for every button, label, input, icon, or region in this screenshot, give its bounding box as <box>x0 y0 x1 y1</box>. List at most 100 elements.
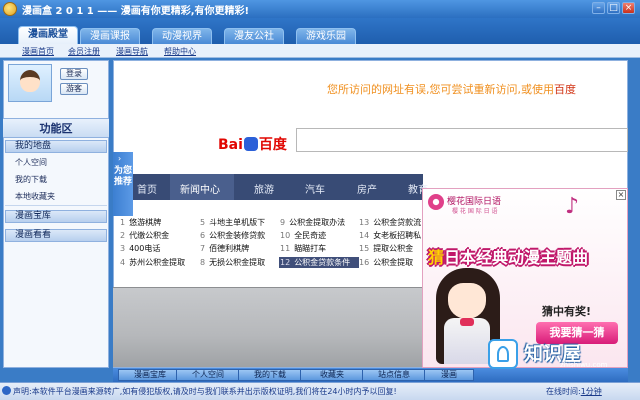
link-text[interactable]: 女老板招聘私 <box>373 231 421 240</box>
link-text[interactable]: 全民奇迹 <box>294 231 326 240</box>
baidu-logo-chinese: 百度 <box>258 137 287 153</box>
anime-girl-face <box>448 283 486 319</box>
baidu-logo-text: Bai <box>218 137 243 153</box>
link-number: 6 <box>200 231 206 240</box>
anime-girl-bow <box>460 318 474 326</box>
sidebar-item-my-downloads[interactable]: 我的下载 <box>15 174 47 185</box>
subnav-help-center[interactable]: 帮助中心 <box>164 46 196 57</box>
link-item: 13公积金贷款流程 <box>359 217 421 228</box>
tab-fan-club[interactable]: 漫友公社 <box>224 28 284 44</box>
link-item: 5 斗地主单机版下 <box>200 217 265 228</box>
link-text[interactable]: 公积金贷款流程 <box>373 218 421 227</box>
maximize-button[interactable]: □ <box>607 2 620 14</box>
app-logo-icon <box>3 2 17 16</box>
banner-image <box>113 287 422 367</box>
error-message-text: 您所访问的网址有误,您可尝试重新访问,或使用 <box>327 83 554 96</box>
ad-brand-sub: 樱 花 国 际 日 语 <box>452 208 498 215</box>
link-item: 7 佰德利棋牌 <box>200 243 249 254</box>
chevron-right-icon: › <box>118 154 122 163</box>
sidebar-divider <box>5 205 107 206</box>
bottom-button-my-downloads[interactable]: 我的下载 <box>238 369 302 381</box>
function-area-title: 功能区 <box>3 118 109 138</box>
bottom-button-manga[interactable]: 漫画 <box>424 369 474 381</box>
sidebar-group-manga-library[interactable]: 漫画宝库 <box>5 210 107 223</box>
news-tab-cars[interactable]: 汽车 <box>305 181 325 196</box>
link-text[interactable]: 公积金提取 <box>373 258 413 267</box>
music-note-icon: ♪ <box>565 194 580 219</box>
link-number: 13 <box>359 218 370 227</box>
ad-headline-text: 日本经典动漫主题曲 <box>444 248 589 267</box>
close-button[interactable]: × <box>622 2 635 14</box>
link-item: 3 400电话 <box>120 243 160 254</box>
baidu-search-input[interactable] <box>296 128 628 152</box>
link-item: 4 苏州公积金提取 <box>120 257 185 268</box>
ad-headline-guess: 猜 <box>428 248 445 267</box>
bottom-button-personal-space[interactable]: 个人空间 <box>176 369 240 381</box>
link-number: 2 <box>120 231 126 240</box>
ad-prize-text: 猜中有奖! <box>542 305 592 318</box>
link-number: 8 <box>200 258 206 267</box>
link-text[interactable]: 瞄瞄打车 <box>294 244 326 253</box>
link-text[interactable]: 斗地主单机版下 <box>209 218 265 227</box>
link-text[interactable]: 代缴公积金 <box>129 231 169 240</box>
bottom-button-manga-library[interactable]: 漫画宝库 <box>118 369 182 381</box>
link-text[interactable]: 公积金贷款条件 <box>294 258 350 267</box>
link-item: 14 女老板招聘私 <box>359 230 421 241</box>
watermark-bulb-icon <box>497 346 509 362</box>
link-number: 10 <box>280 231 291 240</box>
status-notice: 声明:本软件平台漫画来源转广,如有侵犯版权,请及时与我们联系并出示版权证明,我们… <box>13 387 397 396</box>
sidebar-item-local-favorites[interactable]: 本地收藏夹 <box>15 191 55 202</box>
news-tab-travel[interactable]: 旅游 <box>254 181 274 196</box>
sidebar-group-my-zone[interactable]: 我的地盘 <box>5 140 107 153</box>
sakura-logo-icon <box>428 194 444 210</box>
link-text[interactable]: 公积金提取办法 <box>289 218 345 227</box>
link-number: 3 <box>120 244 126 253</box>
link-item: 8 无损公积金提取 <box>200 257 265 268</box>
bottom-button-favorites[interactable]: 收藏夹 <box>300 369 364 381</box>
minimize-button[interactable]: – <box>592 2 605 14</box>
news-tab-property[interactable]: 房产 <box>357 181 377 196</box>
link-item-highlighted: 12 公积金贷款条件 <box>280 257 350 268</box>
sidebar-item-personal-space[interactable]: 个人空间 <box>15 157 47 168</box>
tab-anime-vision[interactable]: 动漫视界 <box>152 28 212 44</box>
tab-manga-class[interactable]: 漫画课报 <box>80 28 140 44</box>
link-number: 14 <box>359 231 370 240</box>
news-tab-news-center[interactable]: 新闻中心 <box>180 181 220 196</box>
link-text[interactable]: 佰德利棋牌 <box>209 244 249 253</box>
subnav-register[interactable]: 会员注册 <box>68 46 100 57</box>
link-text[interactable]: 悠游棋牌 <box>129 218 161 227</box>
error-message: 您所访问的网址有误,您可尝试重新访问,或使用百度 <box>327 81 576 97</box>
link-text[interactable]: 苏州公积金提取 <box>129 258 185 267</box>
link-text[interactable]: 400电话 <box>129 244 160 253</box>
link-text[interactable]: 无损公积金提取 <box>209 258 265 267</box>
link-number: 5 <box>200 218 206 227</box>
baidu-link[interactable]: 百度 <box>554 83 576 96</box>
link-item: 6 公积金装修贷款 <box>200 230 265 241</box>
subnav-manga-home[interactable]: 漫画首页 <box>22 46 54 57</box>
online-time: 在线时间:1分钟 <box>546 386 602 397</box>
subnav-manga-guide[interactable]: 漫画导航 <box>116 46 148 57</box>
ad-close-button[interactable]: × <box>616 190 626 200</box>
watermark-url: zhishiwu.com <box>560 361 608 369</box>
link-text[interactable]: 公积金装修贷款 <box>209 231 265 240</box>
link-item: 11 瞄瞄打车 <box>280 243 326 254</box>
recommend-side-tab[interactable]: 为您推荐 <box>113 152 133 216</box>
link-item: 9 公积金提取办法 <box>280 217 345 228</box>
link-number: 7 <box>200 244 206 253</box>
bottom-button-site-info[interactable]: 站点信息 <box>362 369 426 381</box>
link-number: 9 <box>280 218 286 227</box>
avatar-face-icon <box>20 70 40 92</box>
window-title: 漫画盒 2 0 1 1 —— 漫画有你更精彩,有你更精彩! <box>22 6 250 17</box>
guest-button[interactable]: 游客 <box>60 83 88 95</box>
online-time-label: 在线时间: <box>546 387 581 396</box>
sidebar-group-manga-viewing[interactable]: 漫画看看 <box>5 229 107 242</box>
baidu-paw-icon <box>243 137 258 151</box>
link-number: 11 <box>280 244 291 253</box>
link-item: 15 提取公积金 <box>359 243 421 254</box>
link-text[interactable]: 提取公积金 <box>373 244 413 253</box>
login-button[interactable]: 登录 <box>60 68 88 80</box>
tab-game-park[interactable]: 游戏乐园 <box>296 28 356 44</box>
news-tab-home[interactable]: 首页 <box>137 181 157 196</box>
tab-manga-hall[interactable]: 漫画殿堂 <box>18 26 78 44</box>
info-icon <box>2 386 11 395</box>
